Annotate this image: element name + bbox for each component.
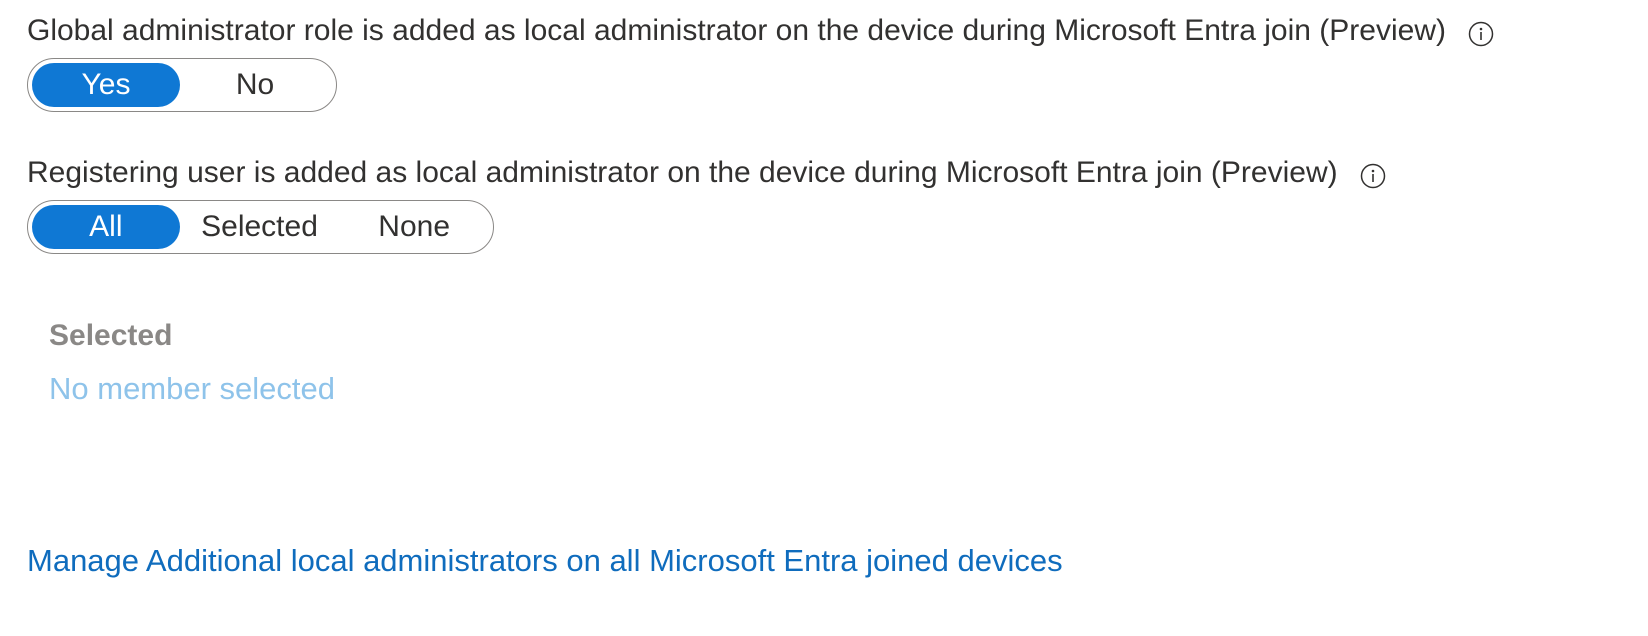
registering-user-option-all[interactable]: All (32, 205, 180, 249)
device-settings-panel: Global administrator role is added as lo… (0, 0, 1648, 636)
global-admin-option-no[interactable]: No (180, 63, 330, 107)
registering-user-setting-text: Registering user is added as local admin… (27, 156, 1338, 189)
global-admin-setting-label: Global administrator role is added as lo… (27, 12, 1494, 50)
registering-user-setting-label: Registering user is added as local admin… (27, 154, 1386, 192)
global-admin-toggle: Yes No (27, 58, 337, 112)
registering-user-option-selected[interactable]: Selected (180, 205, 340, 249)
info-icon[interactable] (1360, 161, 1386, 189)
info-icon[interactable] (1468, 19, 1494, 47)
global-admin-option-yes[interactable]: Yes (32, 63, 180, 107)
manage-additional-local-admins-link[interactable]: Manage Additional local administrators o… (27, 542, 1063, 580)
global-admin-setting-text: Global administrator role is added as lo… (27, 14, 1446, 47)
selected-members-heading: Selected (49, 319, 173, 352)
no-member-selected-link[interactable]: No member selected (49, 370, 335, 408)
registering-user-option-none[interactable]: None (339, 205, 489, 249)
registering-user-toggle: All Selected None (27, 200, 494, 254)
